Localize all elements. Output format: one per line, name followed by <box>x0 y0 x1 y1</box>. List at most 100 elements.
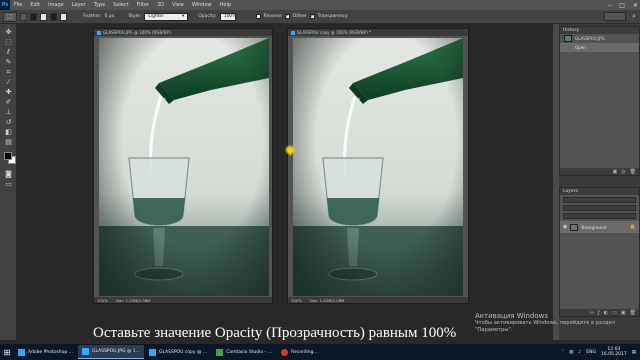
snapshot-thumbnail <box>564 35 572 42</box>
eraser-tool-icon[interactable]: ◧ <box>3 128 14 137</box>
layer-filter-select[interactable] <box>563 197 636 203</box>
marquee-tool-icon[interactable]: ⬚ <box>3 38 14 47</box>
new-selection-icon[interactable] <box>20 12 27 21</box>
history-panel-title[interactable]: History <box>560 27 639 34</box>
transparency-label: Transparency <box>317 14 348 19</box>
taskbar-item[interactable]: GLASSPOU copy @ ... <box>145 345 211 359</box>
history-item-label: Open <box>575 45 586 50</box>
quick-mask-icon[interactable]: ◙ <box>3 170 14 179</box>
quick-select-tool-icon[interactable]: ✎ <box>3 58 14 67</box>
taskbar-item[interactable]: Adobe Photoshop ... <box>14 345 77 359</box>
add-selection-icon[interactable] <box>30 12 37 21</box>
menu-image[interactable]: Image <box>44 2 68 8</box>
trash-icon[interactable]: 🗑 <box>630 169 636 175</box>
marquee-icon[interactable]: ⬚ <box>3 11 17 22</box>
history-panel-footer: ▣ ◎ 🗑 <box>560 168 639 175</box>
zoom-level[interactable]: 100% <box>97 298 108 303</box>
menu-window[interactable]: Window <box>188 2 216 8</box>
network-icon[interactable]: ▥ <box>569 350 573 355</box>
subtract-selection-icon[interactable] <box>40 12 47 21</box>
taskbar-item-label: Recording... <box>290 349 318 355</box>
document-tab[interactable]: GLASSPOU.JPG @ 100% (RGB/8#) <box>94 29 272 36</box>
workspace-switcher[interactable] <box>604 12 626 21</box>
style-value: Lighter <box>148 14 165 19</box>
taskbar-item-label: GLASSPOU.JPG @ 1... <box>92 349 140 354</box>
intersect-selection-icon[interactable] <box>50 12 57 21</box>
menu-type[interactable]: Type <box>90 2 109 8</box>
menu-3d[interactable]: 3D <box>153 2 168 8</box>
document-icon <box>291 30 295 35</box>
foreground-color-swatch[interactable] <box>4 152 12 160</box>
menu-select[interactable]: Select <box>109 2 132 8</box>
stamp-tool-icon[interactable]: ⊥ <box>3 108 14 117</box>
minimize-button[interactable]: – <box>608 2 611 9</box>
feather-label: Feather: <box>83 14 102 19</box>
healing-tool-icon[interactable]: ✚ <box>3 88 14 97</box>
zoom-level[interactable]: 100% <box>291 298 302 303</box>
history-snapshot[interactable]: GLASSPOU.JPG <box>560 34 639 43</box>
new-snapshot-icon[interactable]: ▣ <box>613 169 618 175</box>
windows-activation-watermark: Активация Windows Чтобы активировать Win… <box>475 313 640 334</box>
menu-help[interactable]: Help <box>216 2 235 8</box>
taskbar-item-active[interactable]: GLASSPOU.JPG @ 1... <box>78 345 144 359</box>
layers-panel-title[interactable]: Layers <box>560 188 639 195</box>
clock[interactable]: 12:03 16.05.2017 <box>601 347 627 358</box>
menu-file[interactable]: File <box>10 2 26 8</box>
taskbar-item[interactable]: Camtasia Studio - ... <box>212 345 276 359</box>
close-button[interactable]: ✕ <box>633 2 638 9</box>
menu-bar: Ps File Edit Image Layer Type Select Fil… <box>0 0 640 10</box>
photoshop-icon <box>82 348 90 355</box>
selection-mode-icon[interactable] <box>60 12 67 21</box>
recording-icon <box>280 348 288 356</box>
language-indicator[interactable]: ENG <box>586 350 596 355</box>
notifications-icon[interactable]: ▤ <box>632 350 636 355</box>
menu-layer[interactable]: Layer <box>68 2 90 8</box>
blend-mode-select[interactable] <box>563 205 636 211</box>
lock-row[interactable] <box>563 213 636 219</box>
camtasia-icon <box>216 348 224 356</box>
history-panel: History GLASSPOU.JPG Open ▣ ◎ 🗑 <box>559 26 640 176</box>
document-window-original[interactable]: GLASSPOU.JPG @ 100% (RGB/8#) 100% Doc: 1… <box>93 28 273 304</box>
dither-label: Dither <box>292 14 307 19</box>
document-window-copy[interactable]: GLASSPOU copy @ 100% (RGB/8#) * 100% Doc… <box>287 28 469 304</box>
taskbar-item[interactable]: Recording... <box>277 345 322 359</box>
maximize-button[interactable]: □ <box>619 2 625 9</box>
history-brush-tool-icon[interactable]: ↺ <box>3 118 14 127</box>
tutorial-caption: Оставьте значение Opacity (Прозрачность)… <box>93 325 457 341</box>
move-tool-icon[interactable]: ✥ <box>3 28 14 37</box>
eyedropper-tool-icon[interactable]: ⁄ <box>3 78 14 87</box>
layers-panel: Layers ◉ Background 🔒 ∞ ƒ ◐ ▭ ▣ 🗑 <box>559 187 640 317</box>
opacity-value: 100% <box>223 14 237 19</box>
eye-icon[interactable]: ◉ <box>563 224 567 230</box>
dither-checkbox[interactable] <box>284 13 290 19</box>
feather-value[interactable]: 0 px <box>105 14 115 19</box>
opacity-field[interactable]: 100% <box>219 12 237 21</box>
menu-view[interactable]: View <box>168 2 188 8</box>
layer-name: Background <box>581 224 607 230</box>
document-title: GLASSPOU copy @ 100% (RGB/8#) * <box>297 30 372 35</box>
document-title: GLASSPOU.JPG @ 100% (RGB/8#) <box>103 30 171 35</box>
transparency-checkbox[interactable] <box>309 13 315 19</box>
up-arrow-icon[interactable]: ˄ <box>562 350 564 355</box>
screen-mode-icon[interactable]: ▭ <box>3 180 14 189</box>
menu-filter[interactable]: Filter <box>133 2 153 8</box>
layer-row[interactable]: ◉ Background 🔒 <box>560 221 639 233</box>
style-select[interactable]: Lighter ▾ <box>144 12 189 21</box>
lasso-tool-icon[interactable]: ℓ <box>3 48 14 57</box>
photoshop-icon <box>148 348 156 356</box>
reverse-checkbox[interactable] <box>255 14 261 19</box>
gradient-tool-icon[interactable]: ▤ <box>3 138 14 147</box>
search-icon[interactable]: ⌕ <box>632 12 636 21</box>
crop-tool-icon[interactable]: ⌗ <box>3 68 14 77</box>
brush-tool-icon[interactable]: ✐ <box>3 98 14 107</box>
window-controls: – □ ✕ <box>608 0 638 10</box>
volume-icon[interactable]: ♪ <box>578 350 581 355</box>
right-panels: History GLASSPOU.JPG Open ▣ ◎ 🗑 Layers ◉ <box>553 24 640 340</box>
history-item[interactable]: Open <box>560 43 639 52</box>
windows-start-icon[interactable]: ⊞ <box>0 344 14 360</box>
layer-thumbnail <box>570 223 579 231</box>
activation-title: Активация Windows <box>475 312 549 320</box>
camera-icon[interactable]: ◎ <box>621 169 625 175</box>
menu-edit[interactable]: Edit <box>26 2 44 8</box>
document-tab[interactable]: GLASSPOU copy @ 100% (RGB/8#) * <box>288 29 468 36</box>
